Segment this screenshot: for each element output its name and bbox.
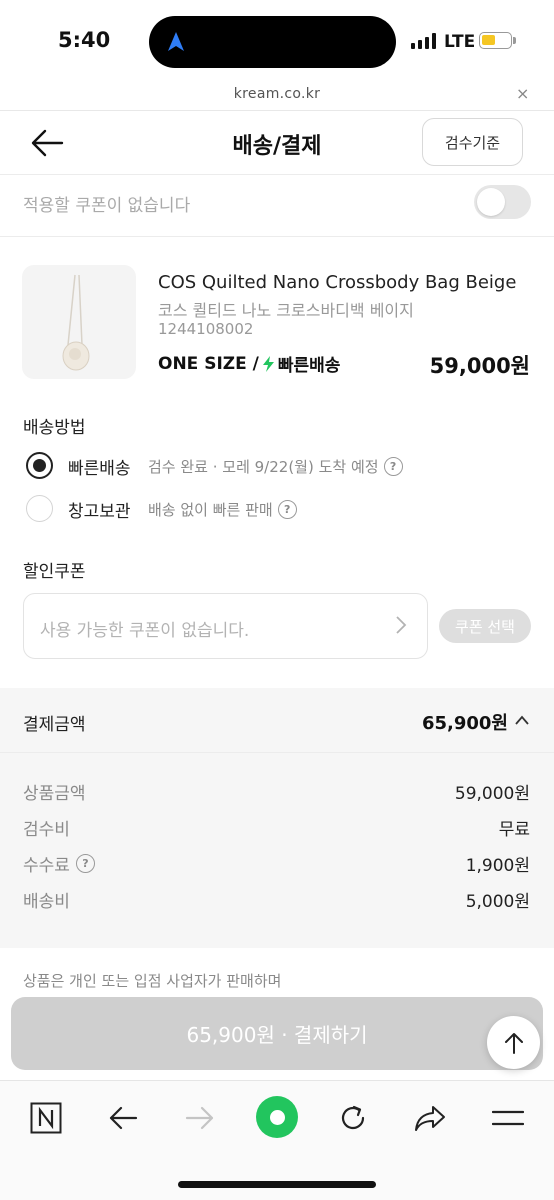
coupon-toggle[interactable] — [474, 185, 531, 219]
help-icon[interactable]: ? — [277, 500, 297, 519]
product-name-ko: 코스 퀼티드 나노 크로스바디백 베이지 — [158, 301, 414, 320]
home-indicator — [178, 1181, 376, 1188]
scroll-top-button[interactable] — [487, 1016, 540, 1069]
lightning-icon — [262, 355, 274, 372]
coupon-placeholder: 사용 가능한 쿠폰이 없습니다. — [40, 621, 250, 641]
bag-image — [62, 274, 90, 371]
shipping-title: 배송방법 — [23, 418, 86, 438]
chevron-right-icon — [396, 616, 407, 634]
radio-fast-delivery[interactable] — [26, 452, 53, 479]
option-sub-fast: 검수 완료 · 모레 9/22(월) 도착 예정 ? — [148, 456, 403, 477]
coupon-select-button[interactable]: 쿠폰 선택 — [439, 609, 531, 643]
status-time: 5:40 — [58, 28, 111, 52]
close-icon[interactable]: × — [516, 84, 529, 103]
product-name-en[interactable]: COS Quilted Nano Crossbody Bag Beige — [158, 272, 516, 293]
network-label: LTE — [444, 32, 476, 52]
product-code: 1244108002 — [158, 320, 254, 338]
inspection-criteria-button[interactable]: 검수기준 — [422, 118, 523, 166]
option-label-warehouse[interactable]: 창고보관 — [68, 497, 131, 522]
forward-icon[interactable] — [180, 1098, 220, 1138]
location-arrow-icon — [168, 32, 184, 51]
payment-title: 결제금액 — [23, 715, 86, 735]
row-label-inspection-fee: 검수비 — [23, 820, 70, 840]
payment-total[interactable]: 65,900원 — [378, 709, 508, 735]
row-value-product-amount: 59,000원 — [454, 784, 530, 804]
coupon-status-label: 적용할 쿠폰이 없습니다 — [23, 196, 191, 216]
seller-notice: 상품은 개인 또는 입점 사업자가 판매하며 — [23, 972, 282, 990]
dynamic-island — [149, 16, 396, 68]
option-sub-warehouse: 배송 없이 빠른 판매 ? — [148, 499, 297, 520]
row-label-text: 수수료 — [23, 856, 70, 876]
row-label-commission: 수수료 ? — [23, 851, 95, 876]
row-label-shipping-fee: 배송비 — [23, 892, 70, 912]
option-sub-text: 배송 없이 빠른 판매 — [148, 501, 273, 519]
battery-cap — [513, 37, 516, 44]
divider — [0, 752, 554, 753]
refresh-icon[interactable] — [333, 1098, 373, 1138]
radio-warehouse[interactable] — [26, 495, 53, 522]
back-icon[interactable] — [103, 1098, 143, 1138]
help-icon[interactable]: ? — [383, 457, 403, 476]
option-label-fast[interactable]: 빠른배송 — [68, 454, 131, 479]
product-price: 59,000원 — [429, 354, 530, 378]
battery-icon — [479, 32, 512, 49]
discount-title: 할인쿠폰 — [23, 562, 86, 582]
row-value-inspection-fee: 무료 — [498, 820, 530, 840]
row-value-commission: 1,900원 — [465, 856, 530, 876]
url-text[interactable]: kream.co.kr — [0, 86, 554, 102]
product-size-row: ONE SIZE / 빠른배송 — [158, 351, 341, 377]
menu-icon[interactable] — [488, 1098, 528, 1138]
product-size: ONE SIZE / — [158, 353, 259, 374]
row-label-product-amount: 상품금액 — [23, 784, 86, 804]
share-icon[interactable] — [410, 1098, 450, 1138]
row-value-shipping-fee: 5,000원 — [465, 892, 530, 912]
chevron-up-icon[interactable] — [514, 714, 530, 726]
product-image — [22, 265, 136, 379]
delivery-tag: 빠른배송 — [277, 356, 341, 376]
arrow-up-icon — [504, 1032, 523, 1054]
pay-button[interactable]: 65,900원 · 결제하기 — [11, 997, 543, 1070]
signal-icon — [411, 33, 436, 49]
home-green-icon[interactable] — [256, 1096, 298, 1138]
naver-n-icon[interactable] — [26, 1098, 66, 1138]
help-icon[interactable]: ? — [75, 854, 95, 873]
divider — [0, 236, 554, 237]
option-sub-text: 검수 완료 · 모레 9/22(월) 도착 예정 — [148, 458, 379, 476]
